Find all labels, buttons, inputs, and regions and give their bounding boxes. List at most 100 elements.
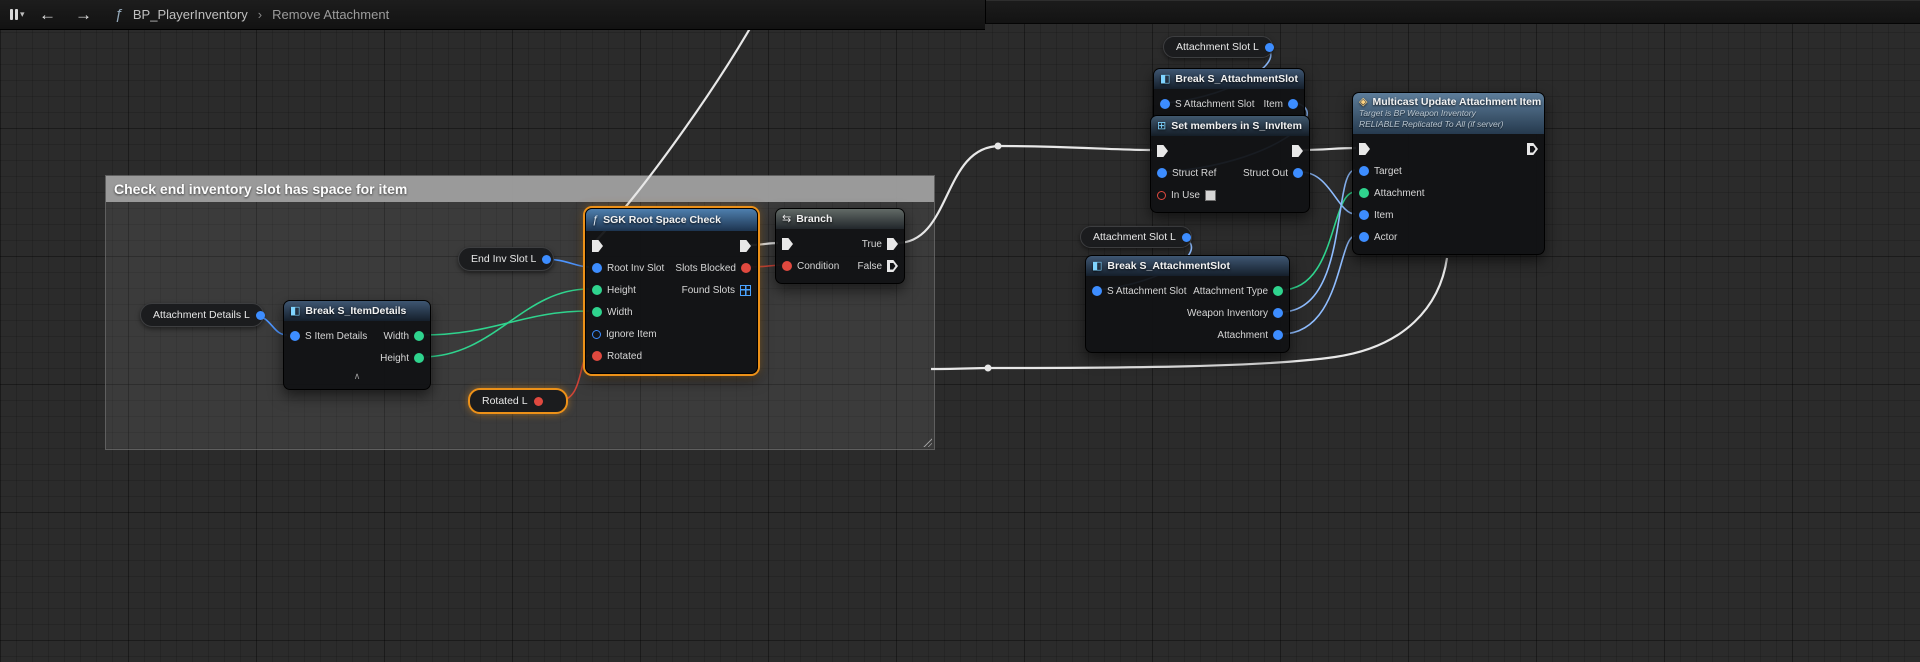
comment-header[interactable]: Check end inventory slot has space for i… [106, 176, 934, 202]
asset-picker-button[interactable]: ▾ [10, 9, 25, 20]
break-struct-icon: ◧ [290, 306, 300, 317]
pin-attachment[interactable] [1359, 188, 1369, 198]
pin-slots-blocked-out[interactable] [741, 263, 751, 273]
break-struct-icon: ◧ [1092, 261, 1102, 272]
pin-exec-in[interactable] [1359, 143, 1370, 155]
pin-label: Height [380, 353, 409, 364]
node-title: Break S_ItemDetails [305, 305, 406, 317]
pin-height-out[interactable] [414, 353, 424, 363]
pin-end-inv-slot-out[interactable] [542, 255, 551, 264]
pin-exec-out[interactable] [1292, 145, 1303, 157]
node-branch[interactable]: ⇆ Branch True Condition False [775, 208, 905, 284]
pin-attachment-slot-top-out[interactable] [1265, 43, 1274, 52]
node-set-members-s-invitem[interactable]: ⊞ Set members in S_InvItem Struct Ref St… [1150, 115, 1310, 213]
pin-ignore-item[interactable] [592, 330, 601, 339]
pin-label: Found Slots [682, 285, 735, 296]
var-label: Attachment Slot L [1176, 41, 1259, 53]
pin-struct-ref[interactable] [1157, 168, 1167, 178]
pin-width-out[interactable] [414, 331, 424, 341]
pin-rotated-out[interactable] [534, 397, 543, 406]
node-header: ◧ Break S_AttachmentSlot [1086, 256, 1289, 276]
pin-label: Slots Blocked [675, 263, 736, 274]
breadcrumb-chevron-icon: › [258, 7, 262, 22]
var-node-rotated[interactable]: Rotated L [468, 388, 568, 414]
node-header: ⇆ Branch [776, 209, 904, 229]
pin-found-slots-out[interactable] [740, 285, 751, 296]
pin-item[interactable] [1359, 210, 1369, 220]
pin-label: Condition [797, 261, 839, 272]
pin-attachment-slot-mid-out[interactable] [1182, 233, 1191, 242]
node-header: ◧ Break S_ItemDetails [284, 301, 430, 321]
pin-label: Attachment [1217, 330, 1268, 341]
node-break-s-itemdetails[interactable]: ◧ Break S_ItemDetails S Item Details Wid… [283, 300, 431, 390]
pin-exec-in[interactable] [592, 240, 603, 252]
pin-true-out[interactable] [887, 238, 898, 250]
pin-label: Rotated [607, 351, 642, 362]
pin-exec-out[interactable] [740, 240, 751, 252]
pin-s-attachment-slot[interactable] [1160, 99, 1170, 109]
pin-false-out[interactable] [887, 260, 898, 272]
caret-down-icon: ▾ [20, 9, 25, 20]
pin-in-use[interactable] [1157, 191, 1166, 200]
node-header: ◧ Break S_AttachmentSlot [1154, 69, 1304, 89]
pin-s-item-details[interactable] [290, 331, 300, 341]
pin-label: Actor [1374, 232, 1397, 243]
node-multicast-update-attachment-item[interactable]: ◈ Multicast Update Attachment Item Targe… [1352, 92, 1545, 255]
pin-label: False [858, 261, 882, 272]
var-label: Attachment Details L [153, 309, 250, 321]
pin-exec-in[interactable] [782, 238, 793, 250]
graph-breadcrumb-bar: ▾ ← → ƒ BP_PlayerInventory › Remove Atta… [0, 0, 985, 30]
pin-exec-in[interactable] [1157, 145, 1168, 157]
pin-condition[interactable] [782, 261, 792, 271]
var-label: End Inv Slot L [471, 253, 536, 265]
pin-target[interactable] [1359, 166, 1369, 176]
node-header: ƒ SGK Root Space Check [586, 209, 757, 231]
node-sgk-root-space-check[interactable]: ƒ SGK Root Space Check Root Inv Slot Slo… [585, 208, 758, 374]
node-collapse-chevron[interactable]: ∧ [284, 369, 430, 383]
pin-s-attachment-slot[interactable] [1092, 286, 1102, 296]
pin-actor[interactable] [1359, 232, 1369, 242]
var-label: Attachment Slot L [1093, 231, 1176, 243]
pin-struct-out[interactable] [1293, 168, 1303, 178]
node-subtitle: RELIABLE Replicated To All (if server) [1359, 119, 1536, 130]
pin-weapon-inventory-out[interactable] [1273, 308, 1283, 318]
asset-icon [10, 9, 18, 20]
set-members-icon: ⊞ [1157, 121, 1166, 132]
node-title: Branch [796, 213, 832, 225]
function-icon: ƒ [115, 6, 123, 23]
comment-resize-handle[interactable] [922, 437, 932, 447]
node-subtitle: Target is BP Weapon Inventory [1359, 108, 1536, 119]
back-button[interactable]: ← [35, 5, 61, 25]
breadcrumb-graph[interactable]: Remove Attachment [272, 7, 389, 22]
pin-attachment-details-out[interactable] [256, 311, 265, 320]
pin-height-in[interactable] [592, 285, 602, 295]
break-struct-icon: ◧ [1160, 74, 1170, 85]
pin-label: Item [1374, 210, 1393, 221]
pin-attachment-type-out[interactable] [1273, 286, 1283, 296]
node-title: SGK Root Space Check [603, 214, 721, 226]
in-use-checkbox[interactable] [1205, 190, 1216, 201]
pin-item-out[interactable] [1288, 99, 1298, 109]
node-break-s-attachmentslot-mid[interactable]: ◧ Break S_AttachmentSlot S Attachment Sl… [1085, 255, 1290, 353]
node-break-s-attachmentslot-top[interactable]: ◧ Break S_AttachmentSlot S Attachment Sl… [1153, 68, 1305, 122]
pin-label: S Attachment Slot [1175, 99, 1255, 110]
pin-label: Struct Ref [1172, 168, 1216, 179]
pin-label: Attachment Type [1193, 286, 1268, 297]
pin-attachment-out[interactable] [1273, 330, 1283, 340]
var-node-end-inv-slot[interactable]: End Inv Slot L [458, 247, 554, 271]
pin-exec-out[interactable] [1527, 143, 1538, 155]
node-header: ◈ Multicast Update Attachment Item Targe… [1353, 93, 1544, 134]
pin-rotated-in[interactable] [592, 351, 602, 361]
pin-width-in[interactable] [592, 307, 602, 317]
forward-button[interactable]: → [71, 5, 97, 25]
var-node-attachment-slot-mid[interactable]: Attachment Slot L [1080, 226, 1192, 248]
pin-label: Attachment [1374, 188, 1425, 199]
var-node-attachment-details[interactable]: Attachment Details L [140, 303, 264, 327]
node-title: Set members in S_InvItem [1171, 120, 1302, 132]
pin-root-inv-slot[interactable] [592, 263, 602, 273]
var-label: Rotated L [482, 395, 528, 407]
docked-panel-edge [985, 0, 1920, 24]
pin-label: In Use [1171, 190, 1200, 201]
breadcrumb-blueprint[interactable]: BP_PlayerInventory [133, 7, 248, 22]
var-node-attachment-slot-top[interactable]: Attachment Slot L [1163, 36, 1273, 58]
